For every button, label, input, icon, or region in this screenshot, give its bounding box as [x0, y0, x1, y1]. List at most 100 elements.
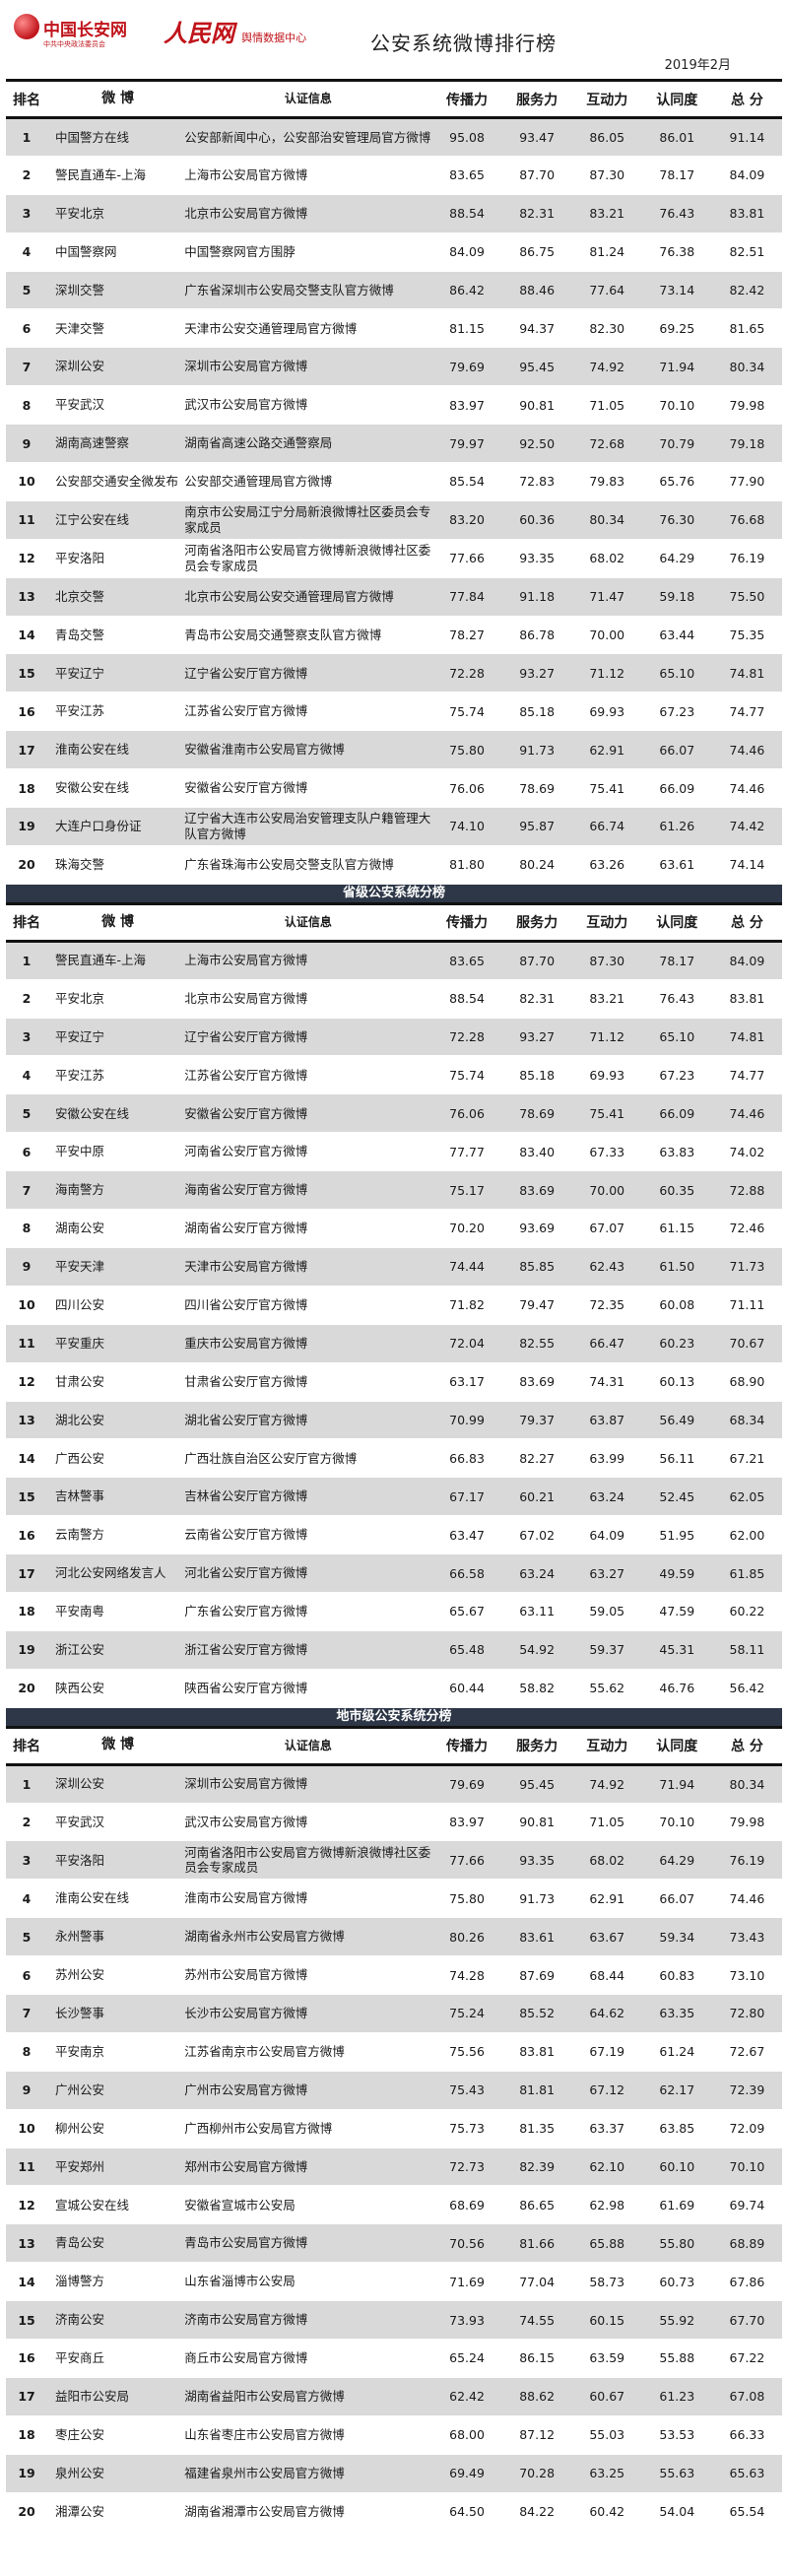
column-header-name: 微 博 — [47, 901, 181, 943]
cell-interact: 62.98 — [571, 2185, 642, 2225]
cell-rank: 2 — [6, 156, 48, 195]
cell-interact: 66.74 — [571, 807, 642, 846]
cell-total: 74.77 — [711, 1055, 782, 1095]
cell-cert: 深圳市公安局官方微博 — [180, 347, 432, 387]
table-row: 14 淄博警方 山东省淄博市公安局 71.69 77.04 58.73 60.73 67.86 — [6, 2262, 782, 2302]
table-row: 17 河北公安网络发言人 河北省公安厅官方微博 66.58 63.24 63.27 49.5… — [6, 1553, 782, 1593]
cell-spread: 77.66 — [431, 1840, 502, 1881]
cell-total: 74.02 — [711, 1132, 782, 1172]
cell-name: 平安南京 — [47, 2032, 181, 2072]
cell-cert: 天津市公安交通管理局官方微博 — [180, 308, 432, 349]
ranking-table: 排名微 博认证信息 传播力 服务力 互动力 认同度总 分 1 深圳公安 深圳市公安局官方微博 7… — [6, 1725, 782, 2532]
cell-spread: 71.69 — [431, 2262, 502, 2302]
cell-service: 72.83 — [501, 462, 572, 501]
cell-interact: 65.88 — [571, 2223, 642, 2264]
cell-rank: 9 — [6, 424, 48, 464]
cell-service: 87.70 — [501, 156, 572, 195]
cell-recog: 61.26 — [641, 807, 712, 846]
cell-rank: 16 — [6, 1515, 48, 1555]
column-header-service: 服务力 — [501, 901, 572, 943]
cell-recog: 45.31 — [641, 1630, 712, 1670]
table-row: 7 长沙警事 长沙市公安局官方微博 75.24 85.52 64.62 63.35 72.80 — [6, 1994, 782, 2033]
cell-total: 69.74 — [711, 2185, 782, 2225]
cell-rank: 12 — [6, 2185, 48, 2225]
cell-spread: 72.28 — [431, 1018, 502, 1057]
cell-name: 平安辽宁 — [47, 1018, 181, 1057]
cell-interact: 82.30 — [571, 308, 642, 349]
cell-spread: 75.74 — [431, 1055, 502, 1095]
cell-total: 84.09 — [711, 941, 782, 980]
rmw-brand: 人民网 — [164, 19, 234, 47]
cell-interact: 71.12 — [571, 1018, 642, 1057]
cell-interact: 80.34 — [571, 500, 642, 540]
column-header-spread: 传播力 — [431, 79, 502, 119]
cell-spread: 83.97 — [431, 1803, 502, 1842]
cell-service: 83.69 — [501, 1362, 572, 1402]
cell-interact: 55.62 — [571, 1669, 642, 1708]
cell-total: 74.42 — [711, 807, 782, 846]
cell-spread: 77.77 — [431, 1132, 502, 1172]
cell-cert: 辽宁省大连市公安局治安管理支队户籍管理大队官方微博 — [180, 807, 432, 846]
column-header-spread: 传播力 — [431, 1725, 502, 1766]
table-row: 16 平安商丘 商丘市公安局官方微博 65.24 86.15 63.59 55.88 67.2… — [6, 2339, 782, 2378]
table-row: 13 湖北公安 湖北省公安厅官方微博 70.99 79.37 63.87 56.49 68.3… — [6, 1401, 782, 1440]
cell-service: 85.52 — [501, 1994, 572, 2033]
cell-spread: 62.42 — [431, 2377, 502, 2416]
table-row: 6 天津交警 天津市公安交通管理局官方微博 81.15 94.37 82.30 69.25 8… — [6, 308, 782, 349]
cell-name: 广西公安 — [47, 1438, 181, 1479]
cell-recog: 62.17 — [641, 2071, 712, 2110]
cell-cert: 河北省公安厅官方微博 — [180, 1553, 432, 1593]
column-header-total: 总 分 — [711, 1725, 782, 1766]
cell-recog: 66.07 — [641, 730, 712, 770]
cell-service: 70.28 — [501, 2454, 572, 2493]
cell-total: 82.51 — [711, 232, 782, 272]
cell-interact: 68.44 — [571, 1955, 642, 1995]
cell-total: 74.81 — [711, 1018, 782, 1057]
cell-name: 平安辽宁 — [47, 653, 181, 694]
cell-cert: 浙江省公安厅官方微博 — [180, 1630, 432, 1670]
cell-spread: 81.80 — [431, 845, 502, 885]
cell-total: 76.19 — [711, 1840, 782, 1881]
cell-recog: 67.23 — [641, 1055, 712, 1095]
table-row: 4 平安江苏 江苏省公安厅官方微博 75.74 85.18 69.93 67.23 74.77 — [6, 1055, 782, 1095]
cell-interact: 60.15 — [571, 2300, 642, 2340]
cell-recog: 76.43 — [641, 979, 712, 1019]
cell-name: 海南警方 — [47, 1170, 181, 1211]
cell-spread: 80.26 — [431, 1917, 502, 1957]
cell-service: 58.82 — [501, 1669, 572, 1708]
cell-cert: 湖南省公安厅官方微博 — [180, 1209, 432, 1248]
table-row: 19 泉州公安 福建省泉州市公安局官方微博 69.49 70.28 63.25 55.63 6… — [6, 2454, 782, 2493]
cell-rank: 5 — [6, 1093, 48, 1134]
cell-service: 82.39 — [501, 2147, 572, 2187]
chinapeace-logo: 中国长安网 中共中央政法委员会 — [14, 10, 132, 53]
table-row: 8 平安南京 江苏省南京市公安局官方微博 75.56 83.81 67.19 61.24 72… — [6, 2032, 782, 2072]
cell-rank: 18 — [6, 768, 48, 809]
cell-total: 73.43 — [711, 1917, 782, 1957]
cell-service: 82.31 — [501, 979, 572, 1019]
cell-interact: 63.59 — [571, 2339, 642, 2378]
cell-total: 60.22 — [711, 1592, 782, 1631]
cell-rank: 3 — [6, 1840, 48, 1881]
column-header-interact: 互动力 — [571, 1725, 642, 1766]
cell-cert: 湖南省湘潭市公安局官方微博 — [180, 2492, 432, 2532]
cell-interact: 71.47 — [571, 577, 642, 617]
column-header-cert: 认证信息 — [180, 901, 432, 943]
cell-total: 72.46 — [711, 1209, 782, 1248]
cell-recog: 64.29 — [641, 1840, 712, 1881]
table-row: 15 吉林警事 吉林省公安厅官方微博 67.17 60.21 63.24 52.45 62.0… — [6, 1477, 782, 1517]
column-header-interact: 互动力 — [571, 79, 642, 119]
cell-service: 79.37 — [501, 1401, 572, 1440]
cell-total: 56.42 — [711, 1669, 782, 1708]
cell-service: 86.78 — [501, 616, 572, 655]
table-row: 11 江宁公安在线 南京市公安局江宁分局新浪微博社区委员会专家成员 83.20 60.3… — [6, 500, 782, 540]
cell-recog: 70.10 — [641, 385, 712, 426]
cell-name: 江宁公安在线 — [47, 500, 181, 540]
table-row: 18 枣庄公安 山东省枣庄市公安局官方微博 68.00 87.12 55.03 53.53 6… — [6, 2415, 782, 2455]
cell-rank: 6 — [6, 1955, 48, 1995]
cell-interact: 63.25 — [571, 2454, 642, 2493]
cell-total: 72.88 — [711, 1170, 782, 1211]
cell-cert: 安徽省公安厅官方微博 — [180, 768, 432, 809]
cell-rank: 10 — [6, 1286, 48, 1325]
cell-interact: 74.31 — [571, 1362, 642, 1402]
cell-recog: 65.10 — [641, 1018, 712, 1057]
